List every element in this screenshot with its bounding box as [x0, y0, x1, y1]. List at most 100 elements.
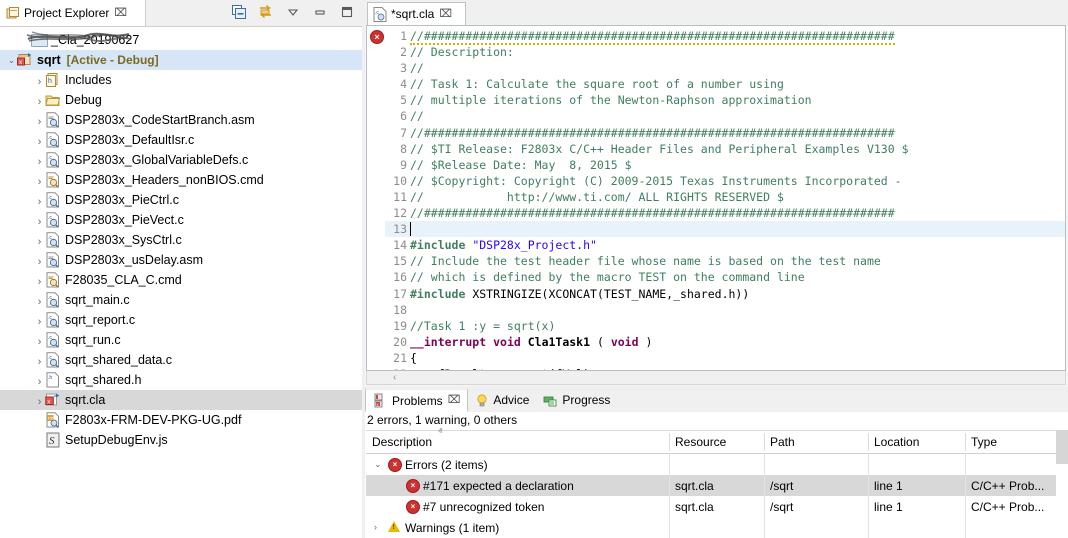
tab-advice[interactable]: Advice: [468, 388, 536, 412]
problems-cell-type: [965, 454, 1067, 475]
tree-item-label: _Cla_20190627: [51, 33, 140, 47]
tab-problems[interactable]: x Problems ⌧: [365, 388, 469, 412]
problems-vertical-scrollbar[interactable]: [1056, 430, 1068, 526]
problems-cell-location: [868, 454, 965, 475]
svg-text:.h: .h: [48, 375, 52, 381]
tree-item-dsp2803x-usdelay-asm[interactable]: › DSP2803x_usDelay.asm: [0, 250, 362, 270]
error-marker-icon[interactable]: ×: [370, 30, 384, 44]
tree-item-dsp2803x-sysctrl-c[interactable]: › .c DSP2803x_SysCtrl.c: [0, 230, 362, 250]
problems-group-row[interactable]: ⌄ × Errors (2 items): [366, 454, 1067, 475]
code-line-19[interactable]: 19//Task 1 :y = sqrt(x): [385, 318, 1065, 334]
tree-item--cla-20190627[interactable]: _Cla_20190627: [0, 30, 362, 50]
code-line-5[interactable]: 5// multiple iterations of the Newton-Ra…: [385, 92, 1065, 108]
tree-item-sqrt-shared-h[interactable]: › .h sqrt_shared.h: [0, 370, 362, 390]
tree-item-label: DSP2803x_DefaultIsr.c: [65, 133, 195, 147]
maximize-icon[interactable]: [338, 3, 356, 21]
column-header-location[interactable]: Location: [868, 431, 965, 453]
problems-cell-type: C/C++ Prob...: [971, 499, 1045, 514]
problems-cell-type: [965, 517, 1067, 538]
tree-item-f2803x-frm-dev-pkg-ug-pdf[interactable]: PDF F2803x-FRM-DEV-PKG-UG.pdf: [0, 410, 362, 430]
column-header-type[interactable]: Type: [965, 431, 1067, 453]
code-line-2[interactable]: 2// Description:: [385, 44, 1065, 60]
problems-row[interactable]: × #171 expected a declaration sqrt.cla/sqr…: [366, 475, 1067, 496]
editor-horizontal-scrollbar[interactable]: ‹: [366, 371, 1066, 385]
code-line-1[interactable]: 1//#####################################…: [385, 28, 1065, 45]
column-header-path[interactable]: Path: [764, 431, 868, 453]
problems-rows[interactable]: ⌄ × Errors (2 items) × #171 expected a decla…: [366, 454, 1067, 538]
problems-icon: x: [373, 393, 388, 408]
tree-item-dsp2803x-globalvariabledefs-c[interactable]: › .c DSP2803x_GlobalVariableDefs.c: [0, 150, 362, 170]
tree-item-sqrt-report-c[interactable]: › .c sqrt_report.c: [0, 310, 362, 330]
code-line-14[interactable]: 14 #include "DSP28x_Project.h": [385, 237, 1065, 253]
problems-cell-path: [764, 454, 868, 475]
chevron-down-icon[interactable]: ⌄: [6, 55, 17, 66]
code-line-6[interactable]: 6//: [385, 108, 1065, 124]
code-line-3[interactable]: 3//: [385, 60, 1065, 76]
view-menu-icon[interactable]: [284, 3, 302, 21]
no-expander: [34, 415, 45, 426]
cell-divider: [764, 496, 765, 517]
cmd-file-icon: [45, 172, 61, 188]
tree-item-sqrt-run-c[interactable]: › .c sqrt_run.c: [0, 330, 362, 350]
cell-divider: [764, 475, 765, 496]
tree-item-dsp2803x-piectrl-c[interactable]: › .c DSP2803x_PieCtrl.c: [0, 190, 362, 210]
tree-item-dsp2803x-codestartbranch-asm[interactable]: › DSP2803x_CodeStartBranch.asm: [0, 110, 362, 130]
c-file-icon: .c: [45, 212, 61, 228]
problems-cell-resource: [669, 454, 764, 475]
code-line-17[interactable]: 17 #include XSTRINGIZE(XCONCAT(TEST_NAME,…: [385, 286, 1065, 302]
tree-item-dsp2803x-headers-nonbios-cmd[interactable]: › DSP2803x_Headers_nonBIOS.cmd: [0, 170, 362, 190]
close-icon[interactable]: ⌧: [439, 8, 452, 20]
code-line-18[interactable]: 18: [385, 302, 1065, 318]
tree-item-sqrt-cla[interactable]: › x sqrt.cla: [0, 390, 362, 410]
code-line-10[interactable]: 10// $Copyright: Copyright (C) 2009-2015…: [385, 173, 1065, 189]
close-icon[interactable]: ⌧: [448, 395, 461, 406]
tab-sqrt-cla[interactable]: .c *sqrt.cla ⌧: [367, 2, 466, 25]
code-line-21[interactable]: 21{: [385, 350, 1065, 366]
tree-item-includes[interactable]: › h Includes: [0, 70, 362, 90]
code-content[interactable]: 1//#####################################…: [385, 26, 1065, 370]
tab-progress[interactable]: Progress: [536, 388, 617, 412]
problems-cell-description: Warnings (1 item): [405, 520, 500, 535]
problems-cell-location: [868, 517, 965, 538]
problems-row[interactable]: × #7 unrecognized token sqrt.cla/sqrt line …: [366, 496, 1067, 517]
code-line-7[interactable]: 7//#####################################…: [385, 125, 1065, 141]
tab-project-explorer[interactable]: Project Explorer ⌧: [0, 0, 146, 26]
tree-item-f28035-cla-c-cmd[interactable]: › F28035_CLA_C.cmd: [0, 270, 362, 290]
close-icon[interactable]: ⌧: [114, 7, 127, 19]
code-editor[interactable]: × 1//###################################…: [366, 25, 1066, 371]
line-number: 4: [400, 77, 407, 92]
code-line-9[interactable]: 9// $Release Date: May 8, 2015 $: [385, 157, 1065, 173]
editor-area: .c *sqrt.cla ⌧ × 1//####################…: [365, 0, 1068, 386]
editor-gutter[interactable]: ×: [367, 26, 385, 370]
code-line-13[interactable]: 13: [385, 221, 1065, 238]
tree-item-debug[interactable]: › Debug: [0, 90, 362, 110]
tree-item-label: DSP2803x_GlobalVariableDefs.c: [65, 153, 249, 167]
link-with-editor-icon[interactable]: [257, 3, 275, 21]
problems-cell-resource: sqrt.cla: [675, 499, 714, 514]
tree-item-dsp2803x-pievect-c[interactable]: › .c DSP2803x_PieVect.c: [0, 210, 362, 230]
code-line-8[interactable]: 8// $TI Release: F2803x C/C++ Header Fil…: [385, 141, 1065, 157]
cell-divider: [764, 517, 765, 538]
tree-item-sqrt[interactable]: ⌄ x sqrt [Active - Debug]: [0, 50, 362, 70]
tree-item-sqrt-shared-data-c[interactable]: › .c sqrt_shared_data.c: [0, 350, 362, 370]
code-line-12[interactable]: 12//####################################…: [385, 205, 1065, 221]
scroll-left-icon[interactable]: ‹: [393, 372, 396, 383]
minimize-icon[interactable]: [311, 3, 329, 21]
tree-item-dsp2803x-defaultisr-c[interactable]: › .c DSP2803x_DefaultIsr.c: [0, 130, 362, 150]
column-header-description[interactable]: Description: [366, 431, 669, 453]
problems-group-row[interactable]: ›Warnings (1 item): [366, 517, 1067, 538]
code-line-4[interactable]: 4// Task 1: Calculate the square root of…: [385, 76, 1065, 92]
scrollbar-thumb[interactable]: [1056, 430, 1068, 464]
editor-tabbar: .c *sqrt.cla ⌧: [365, 0, 1068, 25]
tree-item-setupdebugenv-js[interactable]: S SetupDebugEnv.js: [0, 430, 362, 450]
tree-item-sqrt-main-c[interactable]: › .c sqrt_main.c: [0, 290, 362, 310]
c-file-icon: .c: [45, 312, 61, 328]
code-line-11[interactable]: 11// http://www.ti.com/ ALL RIGHTS RESER…: [385, 189, 1065, 205]
column-header-resource[interactable]: Resource: [669, 431, 764, 453]
code-line-20[interactable]: 20 __interrupt void Cla1Task1 ( void ): [385, 334, 1065, 350]
problems-cell-description: #7 unrecognized token: [423, 499, 545, 514]
collapse-all-icon[interactable]: [230, 3, 248, 21]
project-tree[interactable]: _Cla_20190627 ⌄ x sqrt [Active - Debug] › h Inc…: [0, 27, 362, 538]
code-line-15[interactable]: 15// Include the test header file whose …: [385, 253, 1065, 269]
code-line-16[interactable]: 16// which is defined by the macro TEST …: [385, 269, 1065, 285]
